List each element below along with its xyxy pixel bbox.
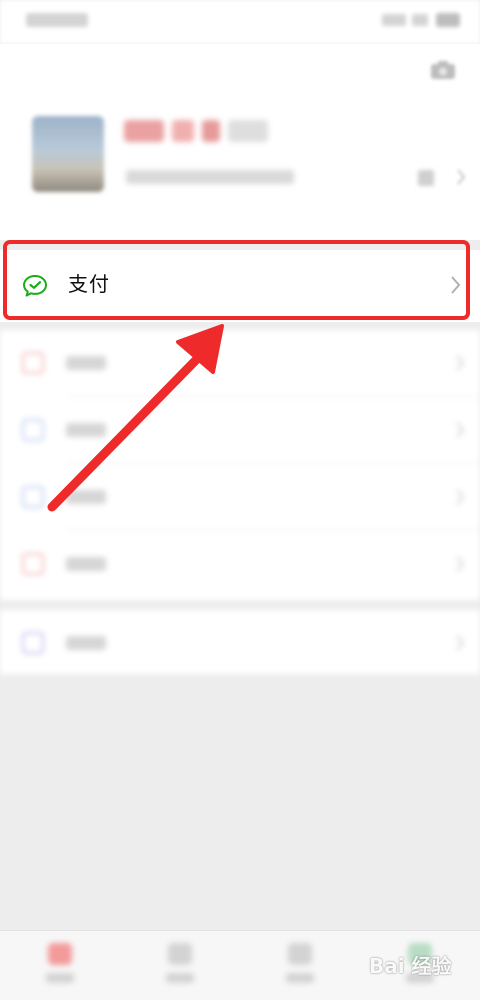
chevron-right-icon xyxy=(456,556,464,572)
pay-label: 支付 xyxy=(68,274,110,296)
menu-item[interactable] xyxy=(0,397,480,464)
menu-item[interactable] xyxy=(0,330,480,397)
wifi-icon xyxy=(412,14,428,26)
chevron-right-icon xyxy=(456,355,464,371)
signal-icon xyxy=(382,14,406,26)
battery-icon xyxy=(436,13,460,27)
menu-item-label xyxy=(66,636,106,650)
album-icon xyxy=(22,419,44,441)
chevron-right-icon xyxy=(456,489,464,505)
contacts-icon xyxy=(168,943,192,965)
menu-group-2 xyxy=(0,610,480,674)
menu-item-label xyxy=(66,490,106,504)
menu-item-label xyxy=(66,423,106,437)
menu-item[interactable] xyxy=(0,610,480,674)
camera-icon[interactable] xyxy=(430,60,456,80)
cards-icon xyxy=(22,486,44,508)
chats-icon xyxy=(48,943,72,965)
status-time xyxy=(26,13,88,27)
tab-contacts[interactable] xyxy=(120,931,240,1000)
settings-icon xyxy=(22,632,44,654)
nickname xyxy=(124,120,304,148)
sticker-icon xyxy=(22,553,44,575)
chevron-right-icon xyxy=(456,422,464,438)
favorites-icon xyxy=(22,352,44,374)
qr-code-icon[interactable] xyxy=(418,170,434,186)
wechat-id xyxy=(126,170,294,184)
pay-menu-item[interactable]: 支付 xyxy=(0,250,480,322)
watermark-text: Bai 经验 xyxy=(368,954,452,978)
menu-item-label xyxy=(66,356,106,370)
status-bar xyxy=(0,0,480,44)
menu-group-1 xyxy=(0,330,480,600)
wechat-pay-icon xyxy=(23,275,47,297)
discover-icon xyxy=(288,943,312,965)
tab-chats[interactable] xyxy=(0,931,120,1000)
menu-item-label xyxy=(66,557,106,571)
avatar[interactable] xyxy=(32,116,104,192)
menu-item[interactable] xyxy=(0,464,480,531)
watermark: Bai 经验 xyxy=(362,950,452,980)
chevron-right-icon xyxy=(451,276,461,294)
tab-discover[interactable] xyxy=(240,931,360,1000)
chevron-right-icon xyxy=(456,635,464,651)
profile-header[interactable] xyxy=(0,44,480,240)
chevron-right-icon xyxy=(457,169,466,185)
menu-item[interactable] xyxy=(0,531,480,598)
